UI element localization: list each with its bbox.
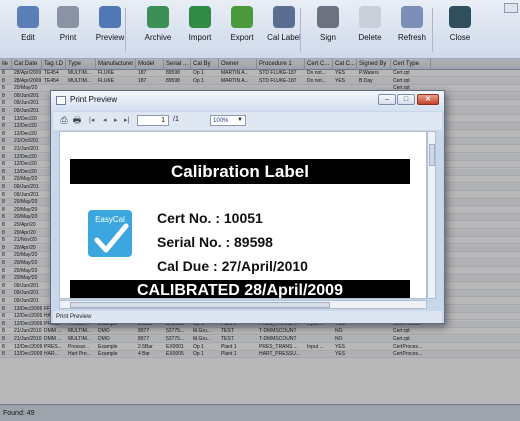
main-toolbar: Edit Print Preview Archive Import Export Cal L… xyxy=(0,0,520,59)
last-page-icon[interactable]: ▸| xyxy=(124,116,129,124)
minimize-button[interactable]: – xyxy=(378,94,396,105)
toolbar-separator xyxy=(432,8,433,52)
page-total: /1 xyxy=(173,116,179,123)
first-page-icon[interactable]: |◂ xyxy=(89,116,94,124)
refresh-icon xyxy=(401,6,423,28)
toolbar-button-label: Print xyxy=(59,33,77,42)
archive-icon xyxy=(147,6,169,28)
label-heading: Calibration Label xyxy=(70,159,410,184)
sign-icon xyxy=(317,6,339,28)
toolbar-button-label: Delete xyxy=(358,33,382,42)
toolbar-button-archive[interactable]: Archive xyxy=(138,6,178,56)
chevron-down-icon[interactable]: ▼ xyxy=(237,117,243,123)
horizontal-scrollbar[interactable] xyxy=(59,300,427,309)
next-page-icon[interactable]: ▸ xyxy=(114,116,118,124)
toolbar-button-label: Export xyxy=(230,33,254,42)
print-icon[interactable]: 🖶 xyxy=(72,115,82,125)
toolbar-separator xyxy=(300,8,301,52)
toolbar-options-button[interactable] xyxy=(504,3,518,13)
calibrated-banner: CALIBRATED 28/April/2009 xyxy=(70,280,410,298)
toolbar-button-label: Cal Label xyxy=(267,33,301,42)
toolbar-button-label: Edit xyxy=(21,33,35,42)
toolbar-button-label: Archive xyxy=(144,33,172,42)
toolbar-button-label: Sign xyxy=(319,33,336,42)
toolbar-button-close[interactable]: Close xyxy=(440,6,480,56)
delete-icon xyxy=(359,6,381,28)
preview-toolbar: ⎙ 🖶 |◂ ◂ ▸ ▸| 1 /1 100% ▼ xyxy=(53,112,442,130)
toolbar-button-label: Import xyxy=(188,33,212,42)
close-button[interactable]: ✕ xyxy=(417,94,439,105)
window-title: Print Preview xyxy=(70,95,118,104)
cert-number: Cert No. : 10051 xyxy=(157,210,263,226)
toolbar-button-export[interactable]: Export xyxy=(222,6,262,56)
preview-status-bar: Print Preview xyxy=(53,311,442,323)
toolbar-button-refresh[interactable]: Refresh xyxy=(392,6,432,56)
cal-due: Cal Due : 27/April/2010 xyxy=(157,258,308,274)
checkmark-icon xyxy=(94,223,129,253)
preview-icon xyxy=(99,6,121,28)
serial-number: Serial No. : 89598 xyxy=(157,234,273,250)
edit-icon xyxy=(17,6,39,28)
maximize-button[interactable]: □ xyxy=(397,94,415,105)
zoom-value: 100% xyxy=(213,118,229,124)
print-preview-titlebar[interactable]: Print Preview – □ ✕ xyxy=(51,91,444,111)
export-icon xyxy=(231,6,253,28)
toolbar-button-sign[interactable]: Sign xyxy=(308,6,348,56)
easycal-logo: EasyCal xyxy=(88,210,132,257)
toolbar-button-preview[interactable]: Preview xyxy=(90,6,130,56)
print-icon xyxy=(57,6,79,28)
toolbar-button-print[interactable]: Print xyxy=(48,6,88,56)
toolbar-separator xyxy=(125,8,126,52)
toolbar-button-label: Refresh xyxy=(397,33,426,42)
toolbar-button-delete[interactable]: Delete xyxy=(350,6,390,56)
preview-page-area: Calibration Label EasyCal Cert No. : 100… xyxy=(59,131,427,299)
print-preview-window: Print Preview – □ ✕ ⎙ 🖶 |◂ ◂ ▸ ▸| 1 /1 1… xyxy=(50,90,445,324)
print-setup-icon[interactable]: ⎙ xyxy=(59,115,69,125)
vertical-scrollbar[interactable] xyxy=(427,131,436,299)
scroll-thumb[interactable] xyxy=(70,302,330,308)
window-icon xyxy=(56,96,66,105)
toolbar-button-import[interactable]: Import xyxy=(180,6,220,56)
toolbar-button-edit[interactable]: Edit xyxy=(8,6,48,56)
close-icon xyxy=(449,6,471,28)
prev-page-icon[interactable]: ◂ xyxy=(103,116,107,124)
toolbar-button-cal-label[interactable]: Cal Label xyxy=(264,6,304,56)
scroll-thumb[interactable] xyxy=(429,144,435,166)
toolbar-button-label: Close xyxy=(449,33,471,42)
import-icon xyxy=(189,6,211,28)
cal-label-icon xyxy=(273,6,295,28)
page-number-box[interactable]: 1 xyxy=(137,115,169,126)
toolbar-button-label: Preview xyxy=(95,33,125,42)
current-page: 1 xyxy=(161,117,165,124)
application-window: Edit Print Preview Archive Import Export Cal L… xyxy=(0,0,520,421)
